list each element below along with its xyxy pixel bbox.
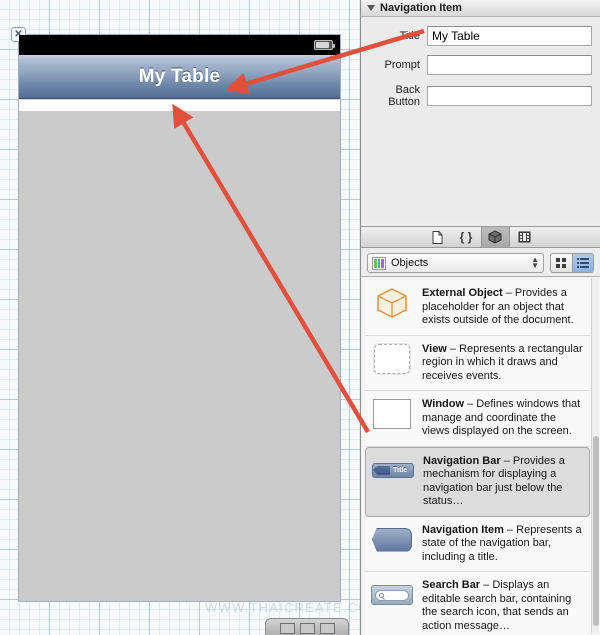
- grid-view-button[interactable]: [551, 254, 572, 272]
- field-row-prompt: Prompt: [361, 55, 592, 75]
- media-film-icon[interactable]: [510, 227, 539, 247]
- inspector-body: Title Prompt Back Button: [361, 17, 600, 223]
- view-thumbnail: [369, 342, 415, 376]
- navigation-bar-thumbnail: Title: [370, 454, 416, 488]
- objects-cube-icon[interactable]: [480, 227, 510, 247]
- scrollbar-thumb[interactable]: [593, 436, 599, 626]
- toolbar-cell[interactable]: [299, 623, 315, 634]
- library-selector-row: Objects ▲ ▼: [361, 250, 600, 276]
- library-list-scrollbar[interactable]: [591, 278, 599, 633]
- library-item-text: Navigation Bar – Provides a mechanism fo…: [423, 454, 585, 509]
- back-chevron-icon: [373, 466, 390, 475]
- library-item-text: Navigation Item – Represents a state of …: [422, 523, 586, 565]
- utilities-panel: Navigation Item Title Prompt Back Button…: [360, 0, 600, 635]
- inspector-section-header[interactable]: Navigation Item: [361, 0, 600, 17]
- library-popup-button[interactable]: Objects ▲ ▼: [367, 253, 544, 273]
- library-item-title: Window: [422, 398, 465, 410]
- library-item-search-bar[interactable]: Search Bar – Displays an editable search…: [365, 572, 590, 635]
- prompt-field[interactable]: [427, 55, 592, 75]
- device-status-bar: [19, 35, 340, 55]
- device-view-frame[interactable]: ✕ My Table: [11, 27, 341, 602]
- battery-icon: [314, 40, 335, 50]
- external-object-thumbnail: [369, 286, 415, 320]
- navigation-item-thumbnail: [369, 523, 415, 557]
- prompt-field-label: Prompt: [384, 59, 420, 71]
- library-item-desc: – Represents a rectangular region in whi…: [422, 342, 583, 382]
- list-view-button[interactable]: [572, 254, 593, 272]
- library-tab-bar: { }: [361, 226, 600, 248]
- field-row-back-button: Back Button: [361, 84, 592, 108]
- library-item-text: External Object – Provides a placeholder…: [422, 286, 586, 328]
- nav-bar-separator: [19, 100, 340, 111]
- search-bar-thumbnail: [369, 578, 415, 612]
- library-item-title: External Object: [422, 287, 503, 299]
- code-snippet-icon[interactable]: { }: [452, 227, 481, 247]
- nav-bar-title: My Table: [138, 65, 221, 87]
- storyboard-canvas[interactable]: ✕ My Table WWW.THAICREATE.COM: [0, 0, 360, 635]
- library-popup-label: Objects: [391, 257, 429, 269]
- library-item-title: Navigation Item: [422, 523, 504, 536]
- watermark-text: WWW.THAICREATE.COM: [205, 600, 360, 615]
- toolbar-cell[interactable]: [279, 623, 295, 634]
- device-nav-bar[interactable]: My Table: [19, 55, 340, 99]
- canvas-bottom-toolbar[interactable]: [265, 618, 349, 635]
- field-row-title: Title: [361, 26, 592, 46]
- library-item-window[interactable]: Window – Defines windows that manage and…: [365, 391, 590, 447]
- library-item-external-object[interactable]: External Object – Provides a placeholder…: [365, 280, 590, 336]
- chevron-updown-icon: ▲ ▼: [531, 255, 539, 270]
- title-field-label: Title: [399, 30, 420, 42]
- back-button-field-label: Back Button: [388, 84, 420, 108]
- title-field[interactable]: [427, 26, 592, 46]
- search-icon: [379, 592, 384, 598]
- triangle-down-icon[interactable]: [367, 5, 375, 11]
- inspector-title: Navigation Item: [380, 2, 462, 14]
- library-item-view[interactable]: View – Represents a rectangular region i…: [365, 335, 590, 391]
- library-item-text: Search Bar – Displays an editable search…: [422, 578, 586, 633]
- library-stripes-icon: [372, 256, 386, 270]
- library-item-title: Search Bar: [422, 579, 481, 591]
- window-thumbnail: [369, 397, 415, 431]
- toolbar-cell[interactable]: [319, 623, 335, 634]
- library-item-text: View – Represents a rectangular region i…: [422, 342, 586, 384]
- library-object-list[interactable]: External Object – Provides a placeholder…: [361, 276, 600, 635]
- library-item-title: View: [422, 342, 447, 355]
- back-button-field[interactable]: [427, 86, 592, 106]
- library-item-title: Navigation Bar: [423, 454, 501, 467]
- library-item-text: Window – Defines windows that manage and…: [422, 397, 586, 439]
- file-template-icon[interactable]: [423, 227, 452, 247]
- library-item-navigation-item[interactable]: Navigation Item – Represents a state of …: [365, 516, 590, 572]
- library-view-toggle: [550, 253, 594, 273]
- navbar-thumb-title: Title: [393, 467, 408, 474]
- interface-builder-window: ✕ My Table WWW.THAICREATE.COM Navigation…: [0, 0, 600, 635]
- library-item-navigation-bar[interactable]: Title Navigation Bar – Provides a mechan…: [365, 446, 590, 517]
- device-table-view[interactable]: [19, 111, 340, 601]
